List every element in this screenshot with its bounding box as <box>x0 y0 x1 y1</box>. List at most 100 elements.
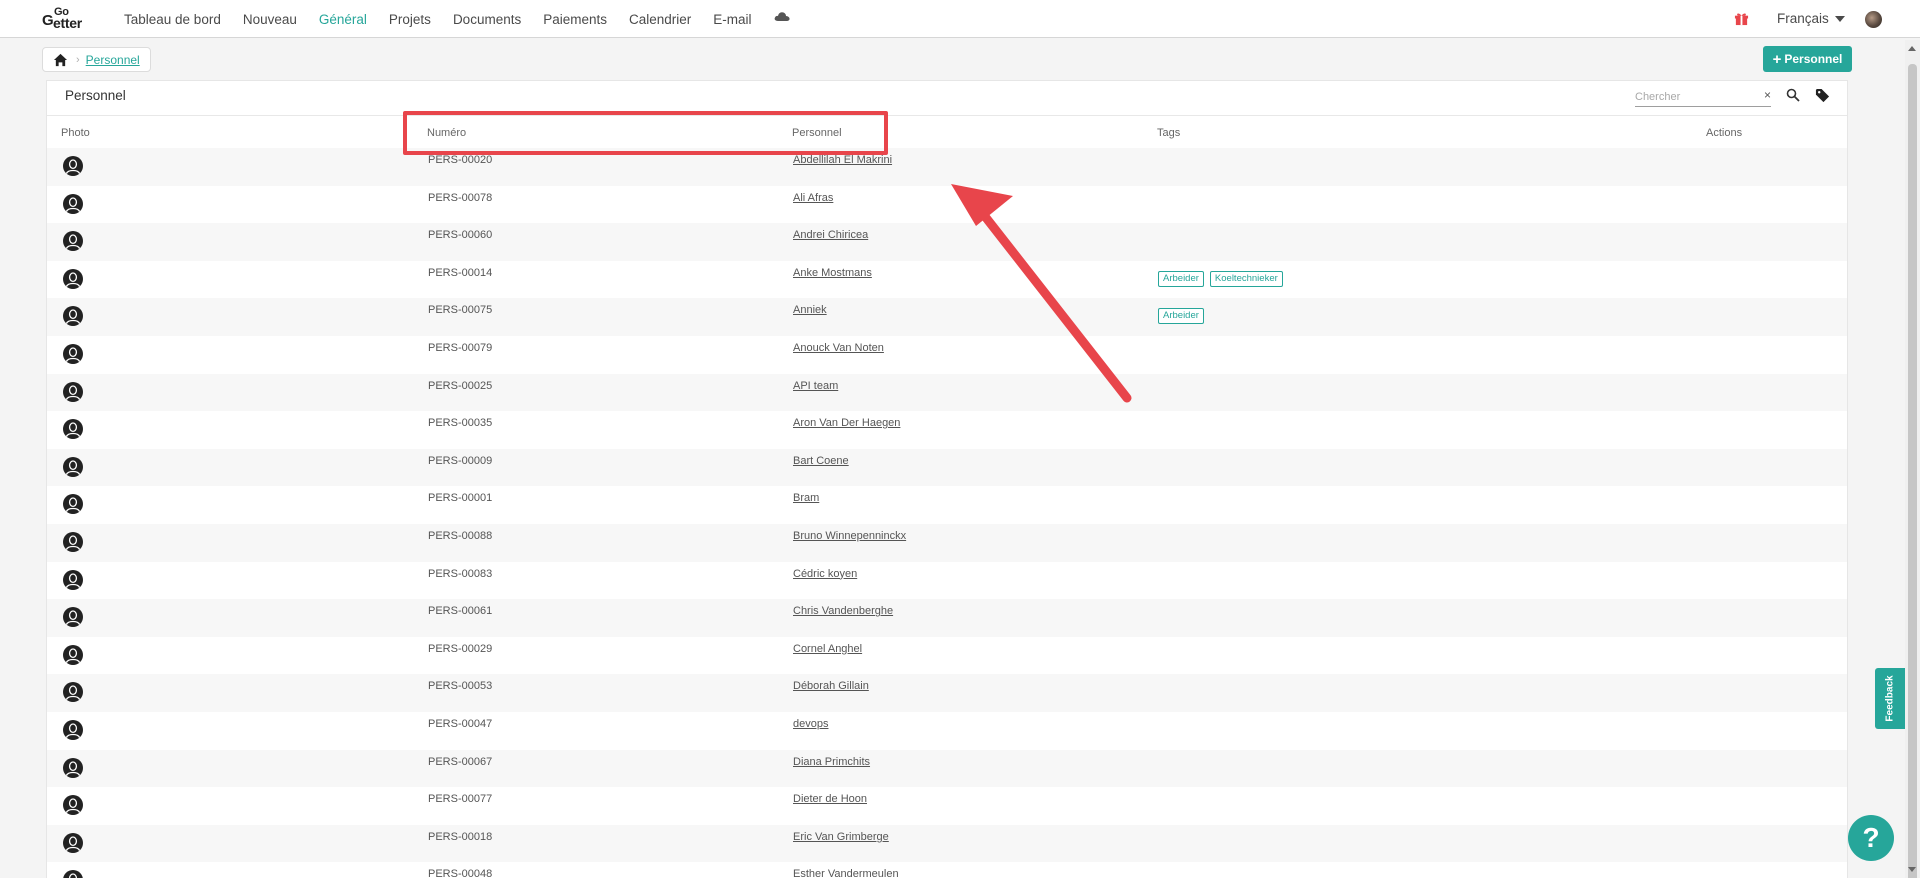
nav-item-projets[interactable]: Projets <box>389 12 431 27</box>
personnel-number: PERS-00088 <box>428 530 493 542</box>
personnel-number: PERS-00048 <box>428 868 493 878</box>
personnel-name-link[interactable]: Cédric koyen <box>793 568 857 580</box>
personnel-number: PERS-00079 <box>428 342 493 354</box>
top-navbar: Go G etter Tableau de bord Nouveau Général… <box>0 0 1920 38</box>
personnel-name-link[interactable]: Abdellilah El Makrini <box>793 154 892 166</box>
personnel-name-link[interactable]: Déborah Gillain <box>793 680 869 692</box>
user-placeholder-icon <box>63 456 83 477</box>
personnel-number: PERS-00029 <box>428 642 493 655</box>
user-avatar[interactable] <box>1865 11 1882 28</box>
personnel-name-link[interactable]: Diana Primchits <box>793 756 870 768</box>
personnel-name-link[interactable]: Anouck Van Noten <box>793 342 884 354</box>
column-header-actions: Actions <box>1706 127 1743 139</box>
personnel-name-link[interactable]: Dieter de Hoon <box>793 793 867 805</box>
personnel-name-link[interactable]: Cornel Anghel <box>793 643 862 655</box>
table-row[interactable]: PERS-00001 Bram <box>47 486 1847 524</box>
table-row[interactable]: PERS-00061 Chris Vandenberghe <box>47 599 1847 637</box>
breadcrumb: › Personnel <box>42 47 151 72</box>
personnel-name-link[interactable]: Bram <box>793 492 819 504</box>
personnel-name-link[interactable]: API team <box>793 380 838 392</box>
personnel-name-link[interactable]: Eric Van Grimberge <box>793 831 889 843</box>
table-row[interactable]: PERS-00035 Aron Van Der Haegen <box>47 411 1847 449</box>
search-input[interactable] <box>1635 88 1755 106</box>
nav-item-tableau-de-bord[interactable]: Tableau de bord <box>124 12 221 27</box>
user-placeholder-icon <box>63 607 83 628</box>
column-header-tags: Tags <box>1157 127 1181 139</box>
nav-item-documents[interactable]: Documents <box>453 12 521 27</box>
table-row[interactable]: PERS-00048 Esther Vandermeulen <box>47 862 1847 878</box>
personnel-number: PERS-00060 <box>428 229 493 242</box>
personnel-name-link[interactable]: Ali Afras <box>793 192 833 204</box>
tag-badge[interactable]: Koeltechnieker <box>1209 270 1283 287</box>
nav-item-e-mail[interactable]: E-mail <box>713 12 751 27</box>
home-icon[interactable] <box>53 53 68 67</box>
card-divider <box>47 115 1847 116</box>
tag-badge[interactable]: Arbeider <box>1158 270 1204 287</box>
search-icon[interactable] <box>1786 88 1800 102</box>
scroll-down-icon[interactable] <box>1908 867 1916 872</box>
help-button[interactable]: ? <box>1848 815 1894 861</box>
scrollbar-thumb[interactable] <box>1908 64 1917 878</box>
table-row[interactable]: PERS-00083 Cédric koyen <box>47 562 1847 600</box>
personnel-name-link[interactable]: devops <box>793 718 828 730</box>
page-title: Personnel <box>65 88 126 103</box>
user-placeholder-icon <box>63 268 83 289</box>
scroll-up-icon[interactable] <box>1908 46 1916 51</box>
breadcrumb-personnel-link[interactable]: Personnel <box>86 53 140 67</box>
personnel-number: PERS-00075 <box>428 304 493 317</box>
personnel-number: PERS-00009 <box>428 454 493 467</box>
clear-search-icon[interactable]: × <box>1764 88 1771 102</box>
gift-icon[interactable] <box>1734 11 1749 26</box>
nav-item-g-n-ral[interactable]: Général <box>319 12 367 27</box>
nav-item-paiements[interactable]: Paiements <box>543 12 607 27</box>
table-row[interactable]: PERS-00075 Anniek Arbeider <box>47 298 1847 336</box>
personnel-name-link[interactable]: Anniek <box>793 304 827 316</box>
table-row[interactable]: PERS-00029 Cornel Anghel <box>47 637 1847 675</box>
table-row[interactable]: PERS-00067 Diana Primchits <box>47 749 1847 788</box>
table-row[interactable]: PERS-00009 Bart Coene <box>47 448 1847 487</box>
tag-icon[interactable] <box>1815 88 1830 103</box>
user-placeholder-icon <box>63 832 83 853</box>
user-placeholder-icon <box>63 644 83 665</box>
table-row[interactable]: PERS-00060 Andrei Chiricea <box>47 223 1847 261</box>
table-row[interactable]: PERS-00020 Abdellilah El Makrini <box>47 148 1847 186</box>
personnel-name-link[interactable]: Aron Van Der Haegen <box>793 417 900 429</box>
search-field: × <box>1635 87 1771 107</box>
logo-g-text: G <box>42 12 54 29</box>
tag-badge[interactable]: Arbeider <box>1158 308 1204 325</box>
table-row[interactable]: PERS-00018 Eric Van Grimberge <box>47 824 1847 863</box>
personnel-name-link[interactable]: Esther Vandermeulen <box>793 868 899 878</box>
language-label: Français <box>1777 11 1829 26</box>
personnel-name-link[interactable]: Bruno Winnepenninckx <box>793 530 906 542</box>
personnel-name-link[interactable]: Chris Vandenberghe <box>793 605 893 617</box>
language-selector[interactable]: Français <box>1777 11 1845 26</box>
table-row[interactable]: PERS-00014 Anke Mostmans Arbeider Koeltechn… <box>47 261 1847 299</box>
table-row[interactable]: PERS-00078 Ali Afras <box>47 186 1847 224</box>
personnel-name-link[interactable]: Bart Coene <box>793 455 849 467</box>
user-placeholder-icon <box>63 494 83 515</box>
tag-list: Arbeider <box>1158 308 1210 325</box>
cloud-icon[interactable] <box>774 11 790 21</box>
table-row[interactable]: PERS-00077 Dieter de Hoon <box>47 787 1847 825</box>
nav-item-nouveau[interactable]: Nouveau <box>243 12 297 27</box>
feedback-tab[interactable]: Feedback <box>1875 668 1905 729</box>
user-placeholder-icon <box>63 757 83 778</box>
page-scrollbar[interactable] <box>1905 40 1920 878</box>
table-row[interactable]: PERS-00025 API team <box>47 373 1847 412</box>
user-placeholder-icon <box>63 156 83 176</box>
personnel-name-link[interactable]: Anke Mostmans <box>793 267 872 279</box>
user-placeholder-icon <box>63 532 83 552</box>
table-row[interactable]: PERS-00088 Bruno Winnepenninckx <box>47 524 1847 562</box>
personnel-name-link[interactable]: Andrei Chiricea <box>793 229 868 241</box>
personnel-number: PERS-00014 <box>428 266 493 279</box>
table-row[interactable]: PERS-00047 devops <box>47 712 1847 750</box>
annotation-highlight-box <box>403 111 888 155</box>
personnel-number: PERS-00053 <box>428 680 493 693</box>
nav-item-calendrier[interactable]: Calendrier <box>629 12 691 27</box>
gogetter-logo[interactable]: Go G etter <box>42 6 100 32</box>
personnel-number: PERS-00035 <box>428 417 493 430</box>
add-personnel-button[interactable]: + Personnel <box>1763 46 1852 72</box>
user-placeholder-icon <box>63 344 83 364</box>
table-row[interactable]: PERS-00079 Anouck Van Noten <box>47 336 1847 374</box>
table-row[interactable]: PERS-00053 Déborah Gillain <box>47 674 1847 712</box>
